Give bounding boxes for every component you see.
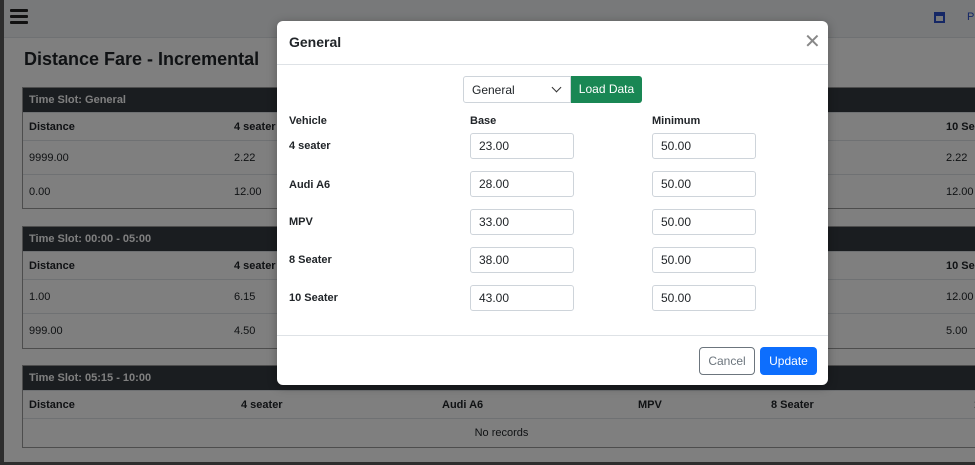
modal-title: General bbox=[289, 34, 342, 50]
minimum-fare-input[interactable]: 50.00 bbox=[652, 209, 756, 235]
time-slot-select[interactable]: General bbox=[463, 76, 571, 103]
load-data-button[interactable]: Load Data bbox=[571, 76, 642, 103]
base-fare-input[interactable]: 28.00 bbox=[470, 171, 574, 197]
base-fare-input[interactable]: 43.00 bbox=[470, 285, 574, 311]
minimum-fare-input[interactable]: 50.00 bbox=[652, 171, 756, 197]
cancel-button[interactable]: Cancel bbox=[699, 347, 755, 375]
minimum-fare-input[interactable]: 50.00 bbox=[652, 247, 756, 273]
fare-modal: General ✕ General Load Data Vehicle Base… bbox=[277, 21, 828, 385]
minimum-fare-input[interactable]: 50.00 bbox=[652, 285, 756, 311]
base-fare-input[interactable]: 38.00 bbox=[470, 247, 574, 273]
base-fare-input[interactable]: 33.00 bbox=[470, 209, 574, 235]
base-fare-input[interactable]: 23.00 bbox=[470, 133, 574, 159]
vehicle-label: 10 Seater bbox=[289, 292, 338, 304]
minimum-column-header: Minimum bbox=[652, 115, 701, 127]
base-column-header: Base bbox=[470, 115, 497, 127]
minimum-fare-input[interactable]: 50.00 bbox=[652, 133, 756, 159]
vehicle-column-header: Vehicle bbox=[289, 115, 327, 127]
vehicle-label: 8 Seater bbox=[289, 254, 332, 266]
divider bbox=[277, 64, 828, 65]
vehicle-label: Audi A6 bbox=[289, 179, 331, 191]
update-button[interactable]: Update bbox=[760, 347, 817, 375]
vehicle-label: MPV bbox=[289, 216, 313, 228]
select-value: General bbox=[472, 83, 515, 97]
chevron-down-icon bbox=[551, 82, 562, 93]
divider bbox=[277, 335, 828, 336]
close-icon[interactable]: ✕ bbox=[804, 32, 821, 52]
vehicle-label: 4 seater bbox=[289, 140, 331, 152]
